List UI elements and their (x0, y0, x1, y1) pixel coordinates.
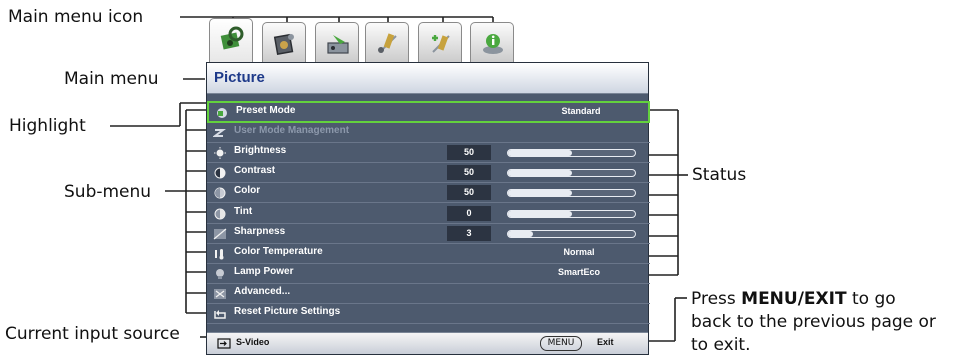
row-label: Lamp Power (234, 266, 294, 277)
system-setup-basic-icon (378, 33, 397, 53)
row-number-value: 50 (447, 165, 491, 180)
advanced-icon (214, 289, 226, 299)
callout-status: Status (692, 165, 747, 185)
row-label: Color (234, 185, 261, 196)
row-color[interactable]: Color 50 (207, 183, 650, 203)
row-label: Preset Mode (236, 105, 296, 116)
press-prefix: Press (691, 289, 742, 309)
slider-fill (508, 150, 572, 156)
row-label: Advanced... (234, 286, 291, 297)
color-temperature-icon (215, 249, 224, 260)
preset-mode-icon (217, 108, 227, 118)
color-icon (214, 187, 226, 199)
row-label: Brightness (234, 145, 287, 156)
menu-button[interactable]: MENU (540, 336, 582, 351)
sharpness-icon (213, 228, 227, 240)
callout-current-input-source: Current input source (5, 324, 180, 344)
row-contrast[interactable]: Contrast 50 (207, 163, 650, 183)
row-label: User Mode Management (234, 125, 350, 136)
contrast-icon (214, 167, 226, 179)
tint-slider[interactable] (507, 210, 636, 218)
brightness-slider[interactable] (507, 149, 636, 157)
slider-fill (508, 190, 572, 196)
row-status-value: Standard (561, 106, 601, 116)
row-brightness[interactable]: Brightness 50 (207, 143, 650, 163)
row-user-mode-management: User Mode Management (207, 123, 650, 143)
slider-fill (508, 170, 572, 176)
row-lamp-power[interactable]: Lamp Power SmartEco (207, 264, 650, 284)
row-advanced[interactable]: Advanced... (207, 284, 650, 304)
slider-fill (508, 231, 534, 237)
tab-display[interactable] (262, 22, 306, 64)
callout-main-menu: Main menu (64, 69, 159, 89)
row-label: Color Temperature (234, 246, 323, 257)
row-color-temperature[interactable]: Color Temperature Normal (207, 244, 650, 264)
callout-press-line3: to exit. (691, 335, 751, 355)
press-suffix: to go (846, 289, 896, 309)
display-icon (273, 33, 294, 55)
sharpness-slider[interactable] (507, 230, 636, 238)
slider-fill (508, 211, 572, 217)
callout-press-menu-exit: Press MENU/EXIT to go (691, 288, 896, 310)
installation-icon (327, 35, 349, 54)
row-number-value: 0 (447, 206, 491, 221)
row-number-value: 50 (447, 145, 491, 160)
row-status-value: Normal (563, 247, 595, 257)
press-key: MENU/EXIT (741, 289, 847, 309)
tint-icon (214, 208, 226, 220)
input-source-icon (217, 338, 231, 349)
row-label: Reset Picture Settings (234, 306, 341, 317)
row-label: Tint (234, 206, 253, 217)
tab-system-setup-advanced[interactable] (418, 22, 462, 64)
row-number-value: 3 (447, 226, 491, 241)
reset-icon (214, 310, 226, 319)
row-reset-picture-settings[interactable]: Reset Picture Settings (207, 304, 650, 324)
exit-label: Exit (597, 337, 614, 347)
row-sharpness[interactable]: Sharpness 3 (207, 224, 650, 244)
row-tint[interactable]: Tint 0 (207, 204, 650, 224)
information-icon (483, 34, 503, 54)
tab-system-setup-basic[interactable] (365, 22, 409, 64)
tab-installation[interactable] (315, 22, 359, 64)
menu-title: Picture (214, 69, 265, 86)
lamp-power-icon (216, 269, 224, 279)
current-input-source: S-Video (236, 337, 270, 347)
row-preset-mode[interactable]: Preset Mode Standard (207, 101, 650, 123)
picture-icon (220, 26, 244, 50)
row-label: Sharpness (234, 226, 286, 237)
brightness-icon (214, 147, 226, 159)
callout-main-menu-icon: Main menu icon (8, 7, 144, 27)
menu-footer-bar: S-Video MENU Exit (207, 332, 648, 354)
callout-sub-menu: Sub-menu (64, 182, 152, 202)
row-label: Contrast (234, 165, 276, 176)
row-number-value: 50 (447, 185, 491, 200)
tab-picture[interactable] (209, 18, 253, 64)
osd-menu-panel: Picture Preset Mode Standard User Mode M… (206, 62, 650, 355)
menu-title-bar: Picture (207, 63, 648, 94)
color-slider[interactable] (507, 189, 636, 197)
system-setup-advanced-icon (432, 35, 450, 53)
user-mode-icon (213, 129, 226, 137)
tab-information[interactable] (470, 22, 514, 64)
callout-press-line2: back to the previous page or (691, 312, 936, 332)
row-status-value: SmartEco (557, 267, 601, 277)
callout-highlight: Highlight (9, 116, 86, 136)
contrast-slider[interactable] (507, 169, 636, 177)
